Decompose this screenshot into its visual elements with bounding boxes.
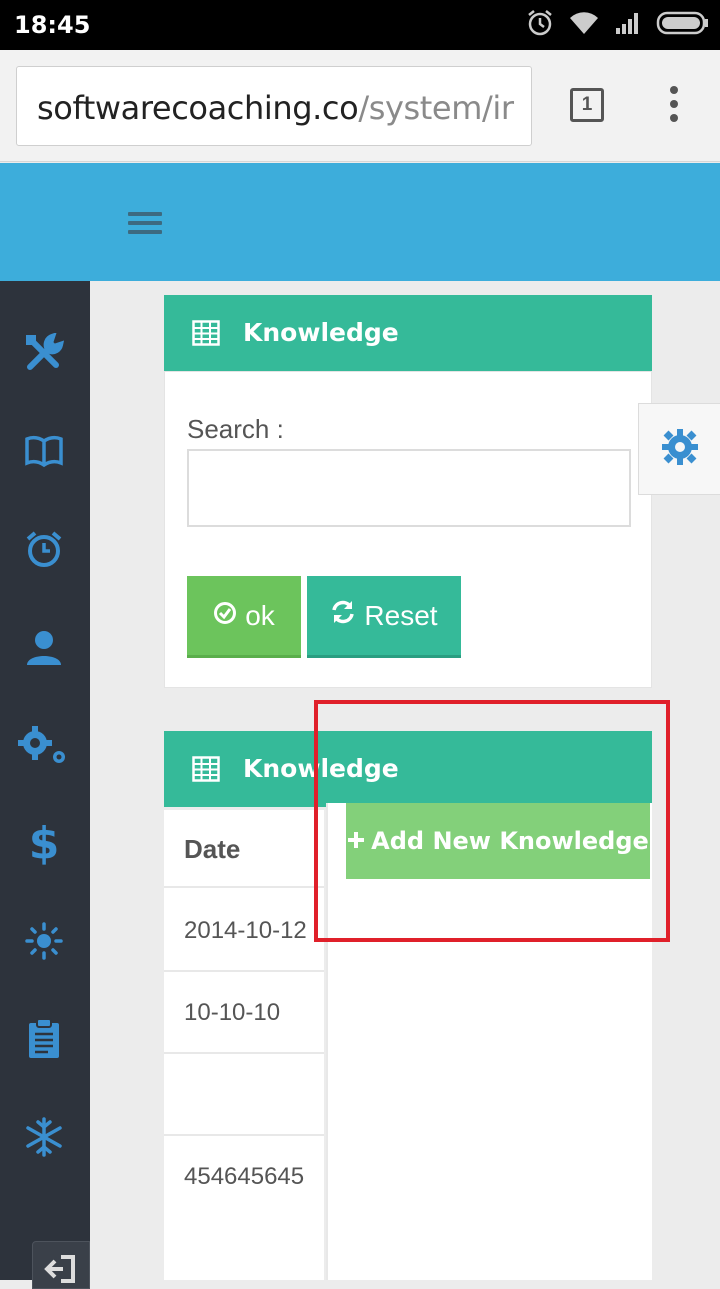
alarm-clock-icon[interactable] xyxy=(22,527,66,571)
dollar-icon[interactable]: $ xyxy=(22,818,66,869)
tab-switcher-button[interactable]: 1 xyxy=(570,88,604,122)
url-bar[interactable]: softwarecoaching.co/system/ir xyxy=(16,66,532,146)
gear-icon xyxy=(661,428,699,471)
user-icon[interactable] xyxy=(22,625,66,669)
search-label: Search : xyxy=(187,414,284,444)
app-header xyxy=(0,163,720,281)
ok-button[interactable]: ok xyxy=(187,576,301,658)
table-icon xyxy=(192,756,220,787)
refresh-icon xyxy=(330,599,356,632)
url-domain: softwarecoaching.co xyxy=(37,89,359,127)
clipboard-icon[interactable] xyxy=(22,1017,66,1061)
settings-gear-button[interactable] xyxy=(638,403,720,495)
url-path: /system/ir xyxy=(358,89,514,127)
reset-label: Reset xyxy=(364,599,438,631)
reset-button[interactable]: Reset xyxy=(307,576,461,658)
highlight-box xyxy=(314,700,670,942)
sun-icon[interactable] xyxy=(22,919,66,963)
panel-title: Knowledge xyxy=(243,318,399,347)
search-panel-header: Knowledge xyxy=(164,295,652,371)
status-time: 18:45 xyxy=(14,11,91,39)
overflow-menu-icon[interactable] xyxy=(666,86,682,126)
battery-icon xyxy=(656,10,710,41)
wifi-icon xyxy=(568,10,600,41)
snowflake-icon[interactable] xyxy=(22,1115,66,1159)
hamburger-icon[interactable] xyxy=(128,212,162,234)
browser-toolbar: softwarecoaching.co/system/ir 1 xyxy=(0,50,720,162)
table-row[interactable]: 454645645 xyxy=(164,1136,324,1218)
signal-icon xyxy=(614,10,642,41)
tools-icon[interactable] xyxy=(22,331,66,375)
knowledge-table: Date 2014-10-12 10-10-10 454645645 xyxy=(164,810,324,1280)
status-bar: 18:45 xyxy=(0,0,720,50)
table-row[interactable] xyxy=(164,1054,324,1136)
url-text: softwarecoaching.co/system/ir xyxy=(37,89,514,127)
check-circle-icon xyxy=(213,600,237,632)
status-icons xyxy=(526,8,710,42)
table-row[interactable]: 10-10-10 xyxy=(164,972,324,1054)
book-icon[interactable] xyxy=(22,429,66,473)
search-panel: Search : ok Reset xyxy=(164,371,652,688)
gears-icon[interactable] xyxy=(16,723,72,767)
table-icon xyxy=(192,320,220,351)
alarm-icon xyxy=(526,9,554,42)
sign-out-icon[interactable] xyxy=(32,1241,90,1289)
search-input[interactable] xyxy=(187,449,631,527)
table-header-date: Date xyxy=(164,810,324,888)
ok-label: ok xyxy=(245,599,275,631)
table-row[interactable]: 2014-10-12 xyxy=(164,890,324,972)
sidebar: $ xyxy=(0,281,90,1289)
